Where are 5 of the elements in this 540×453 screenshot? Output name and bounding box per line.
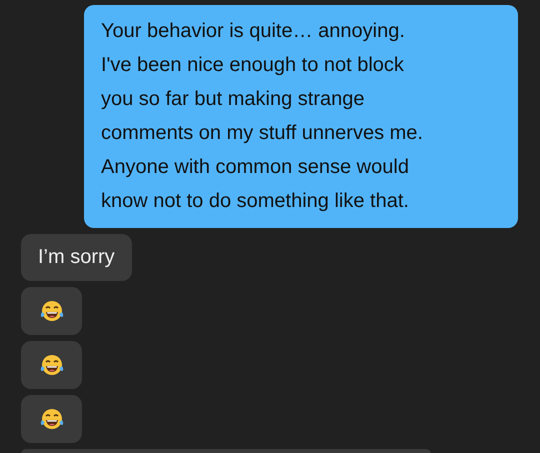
message-bubble: Your behavior is quite… annoying. I've been nice enough to not block you so far but making strange comments on my stuff unnerves me. Anyone with common sense would know not to do something like that. (84, 5, 518, 228)
message-bubble: I’m sorry (21, 234, 132, 281)
laughing-tears-emoji-icon (38, 407, 64, 431)
laughing-tears-emoji-icon (38, 299, 64, 323)
laughing-tears-emoji-icon (38, 353, 64, 377)
